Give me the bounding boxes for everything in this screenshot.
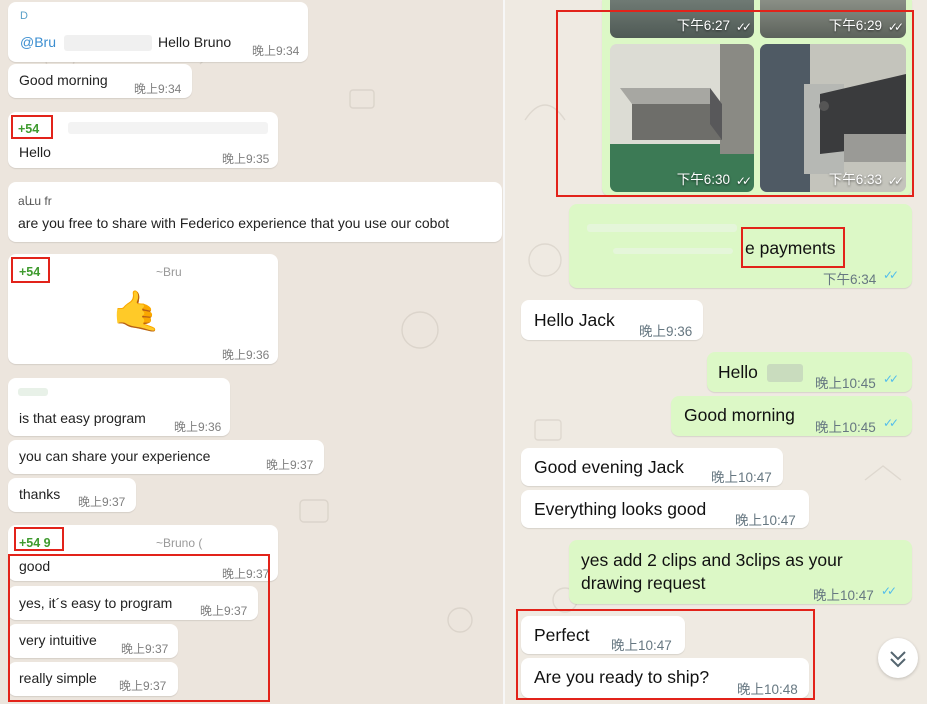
timestamp: 晚上9:36 — [174, 420, 222, 434]
message-text: yes add 2 clips and 3clips as your — [581, 550, 843, 570]
sender-name: ~Bru — [156, 265, 182, 279]
redacted-block — [767, 364, 803, 382]
message-text: very intuitive — [19, 632, 97, 648]
read-ticks-icon: ✓✓ — [883, 416, 899, 430]
message-text: Are you ready to ship? — [534, 667, 710, 687]
timestamp: 晚上9:34 — [134, 82, 182, 96]
mention[interactable]: @Bru — [20, 34, 56, 50]
message-text: Good morning — [19, 72, 108, 88]
message-text: yes, it´s easy to program — [19, 595, 173, 611]
read-ticks-icon: ✓✓ — [735, 174, 752, 188]
message-bubble[interactable]: yes add 2 clips and 3clips as your drawi… — [569, 540, 912, 604]
timestamp: 晚上9:34 — [252, 44, 300, 58]
timestamp: 晚上10:45 — [815, 376, 876, 391]
timestamp: 晚上9:37 — [222, 567, 270, 581]
redacted-block — [68, 122, 268, 134]
message-bubble[interactable]: Good morning 晚上9:34 — [8, 64, 192, 98]
message-bubble[interactable]: e payments 下午6:34 ✓✓ — [569, 204, 912, 288]
message-bubble[interactable]: Are you ready to ship? 晚上10:48 — [521, 658, 809, 698]
message-text: you can share your experience — [19, 448, 211, 464]
message-bubble[interactable]: Hello 晚上10:45 ✓✓ — [707, 352, 912, 392]
read-ticks-icon: ✓✓ — [883, 372, 899, 386]
photo-thumbnail[interactable]: 下午6:33 ✓✓ — [760, 44, 906, 192]
redacted-block — [613, 248, 733, 254]
timestamp: 晚上9:36 — [639, 324, 693, 339]
read-ticks-icon: ✓✓ — [887, 20, 904, 34]
message-text: Good morning — [684, 405, 795, 425]
timestamp: 晚上9:37 — [200, 604, 248, 618]
message-bubble[interactable]: really simple 晚上9:37 — [8, 662, 178, 696]
timestamp: 晚上10:48 — [737, 682, 798, 697]
message-text: drawing request — [581, 573, 706, 593]
right-chat-panel: 下午6:27 ✓✓ 下午6:29 ✓✓ 下午6:30 ✓✓ 下午6:33 ✓✓ … — [505, 0, 927, 704]
message-text: thanks — [19, 486, 61, 502]
read-ticks-icon: ✓✓ — [881, 584, 897, 598]
photo-thumbnail[interactable]: 下午6:30 ✓✓ — [610, 44, 754, 192]
message-text: Hello Bruno — [158, 34, 232, 50]
message-text: e payments — [745, 238, 836, 258]
timestamp: 晚上9:37 — [266, 458, 314, 472]
photo-grid-message[interactable]: 下午6:27 ✓✓ 下午6:29 ✓✓ 下午6:30 ✓✓ 下午6:33 ✓✓ — [602, 0, 912, 196]
timestamp: 晚上9:35 — [222, 152, 270, 166]
message-bubble[interactable]: Perfect 晚上10:47 — [521, 616, 685, 654]
message-bubble[interactable]: Hello Jack 晚上9:36 — [521, 300, 703, 340]
timestamp: 晚上9:37 — [121, 642, 169, 656]
chevron-double-down-icon — [890, 651, 906, 668]
message-text: Hello — [19, 144, 51, 160]
message-bubble[interactable]: aևu fr are you free to share with Federi… — [8, 182, 502, 242]
message-bubble[interactable]: you can share your experience 晚上9:37 — [8, 440, 324, 474]
photo-timestamp: 下午6:29 — [828, 18, 882, 33]
message-text: Hello Jack — [534, 310, 615, 330]
message-text: really simple — [19, 670, 97, 686]
message-bubble[interactable]: +54 Hello 晚上9:35 — [8, 112, 278, 168]
timestamp: 晚上9:36 — [222, 348, 270, 362]
timestamp: 晚上9:37 — [119, 679, 167, 693]
read-ticks-icon: ✓✓ — [887, 174, 904, 188]
timestamp: 晚上10:47 — [711, 470, 772, 485]
message-text: Good evening Jack — [534, 457, 684, 477]
redacted-block — [64, 35, 152, 51]
message-bubble[interactable]: Everything looks good 晚上10:47 — [521, 490, 809, 528]
message-bubble[interactable]: +54 9 ~Bruno ( good 晚上9:37 — [8, 525, 278, 581]
timestamp: 晚上10:45 — [815, 420, 876, 435]
call-me-hand-emoji: 🤙 — [112, 290, 162, 334]
sender-phone: +54 — [18, 122, 40, 136]
message-text: Everything looks good — [534, 499, 707, 519]
message-bubble[interactable]: +54 ~Bru 🤙 晚上9:36 — [8, 254, 278, 364]
read-ticks-icon: ✓✓ — [883, 268, 899, 282]
message-text: are you free to share with Federico expe… — [18, 215, 450, 231]
message-text: good — [19, 558, 51, 574]
timestamp: 晚上10:47 — [611, 638, 672, 653]
message-text: is that easy program — [19, 410, 146, 426]
photo-timestamp: 下午6:33 — [828, 172, 882, 187]
message-bubble[interactable]: D @Bru Hello Bruno 晚上9:34 — [8, 2, 308, 62]
sender-name: ~Bruno ( — [156, 536, 203, 550]
sender-phone: +54 9 — [19, 536, 51, 550]
photo-thumbnail[interactable]: 下午6:27 ✓✓ — [610, 0, 754, 38]
scroll-to-bottom-button[interactable] — [878, 638, 918, 678]
photo-timestamp: 下午6:30 — [676, 172, 730, 187]
photo-thumbnail[interactable]: 下午6:29 ✓✓ — [760, 0, 906, 38]
timestamp: 晚上9:37 — [78, 495, 126, 509]
message-bubble[interactable]: very intuitive 晚上9:37 — [8, 624, 178, 658]
message-bubble[interactable]: is that easy program 晚上9:36 — [8, 378, 230, 436]
redacted-block — [18, 388, 48, 396]
redacted-block — [587, 224, 737, 232]
sender-label: aևu fr — [18, 194, 52, 208]
sender-phone: +54 — [19, 265, 41, 279]
timestamp: 晚上10:47 — [813, 588, 874, 603]
message-bubble[interactable]: Good evening Jack 晚上10:47 — [521, 448, 783, 486]
message-bubble[interactable]: thanks 晚上9:37 — [8, 478, 136, 512]
timestamp: 晚上10:47 — [735, 513, 796, 528]
left-chat-panel: D @Bru Hello Bruno 晚上9:34 Good morning 晚… — [0, 0, 505, 704]
timestamp: 下午6:34 — [823, 272, 877, 287]
message-text: Perfect — [534, 625, 590, 645]
read-ticks-icon: ✓✓ — [735, 20, 752, 34]
sender-label: D — [20, 10, 28, 22]
photo-timestamp: 下午6:27 — [676, 18, 730, 33]
message-bubble[interactable]: Good morning 晚上10:45 ✓✓ — [671, 396, 912, 436]
message-bubble[interactable]: yes, it´s easy to program 晚上9:37 — [8, 586, 258, 620]
message-text: Hello — [718, 362, 758, 382]
